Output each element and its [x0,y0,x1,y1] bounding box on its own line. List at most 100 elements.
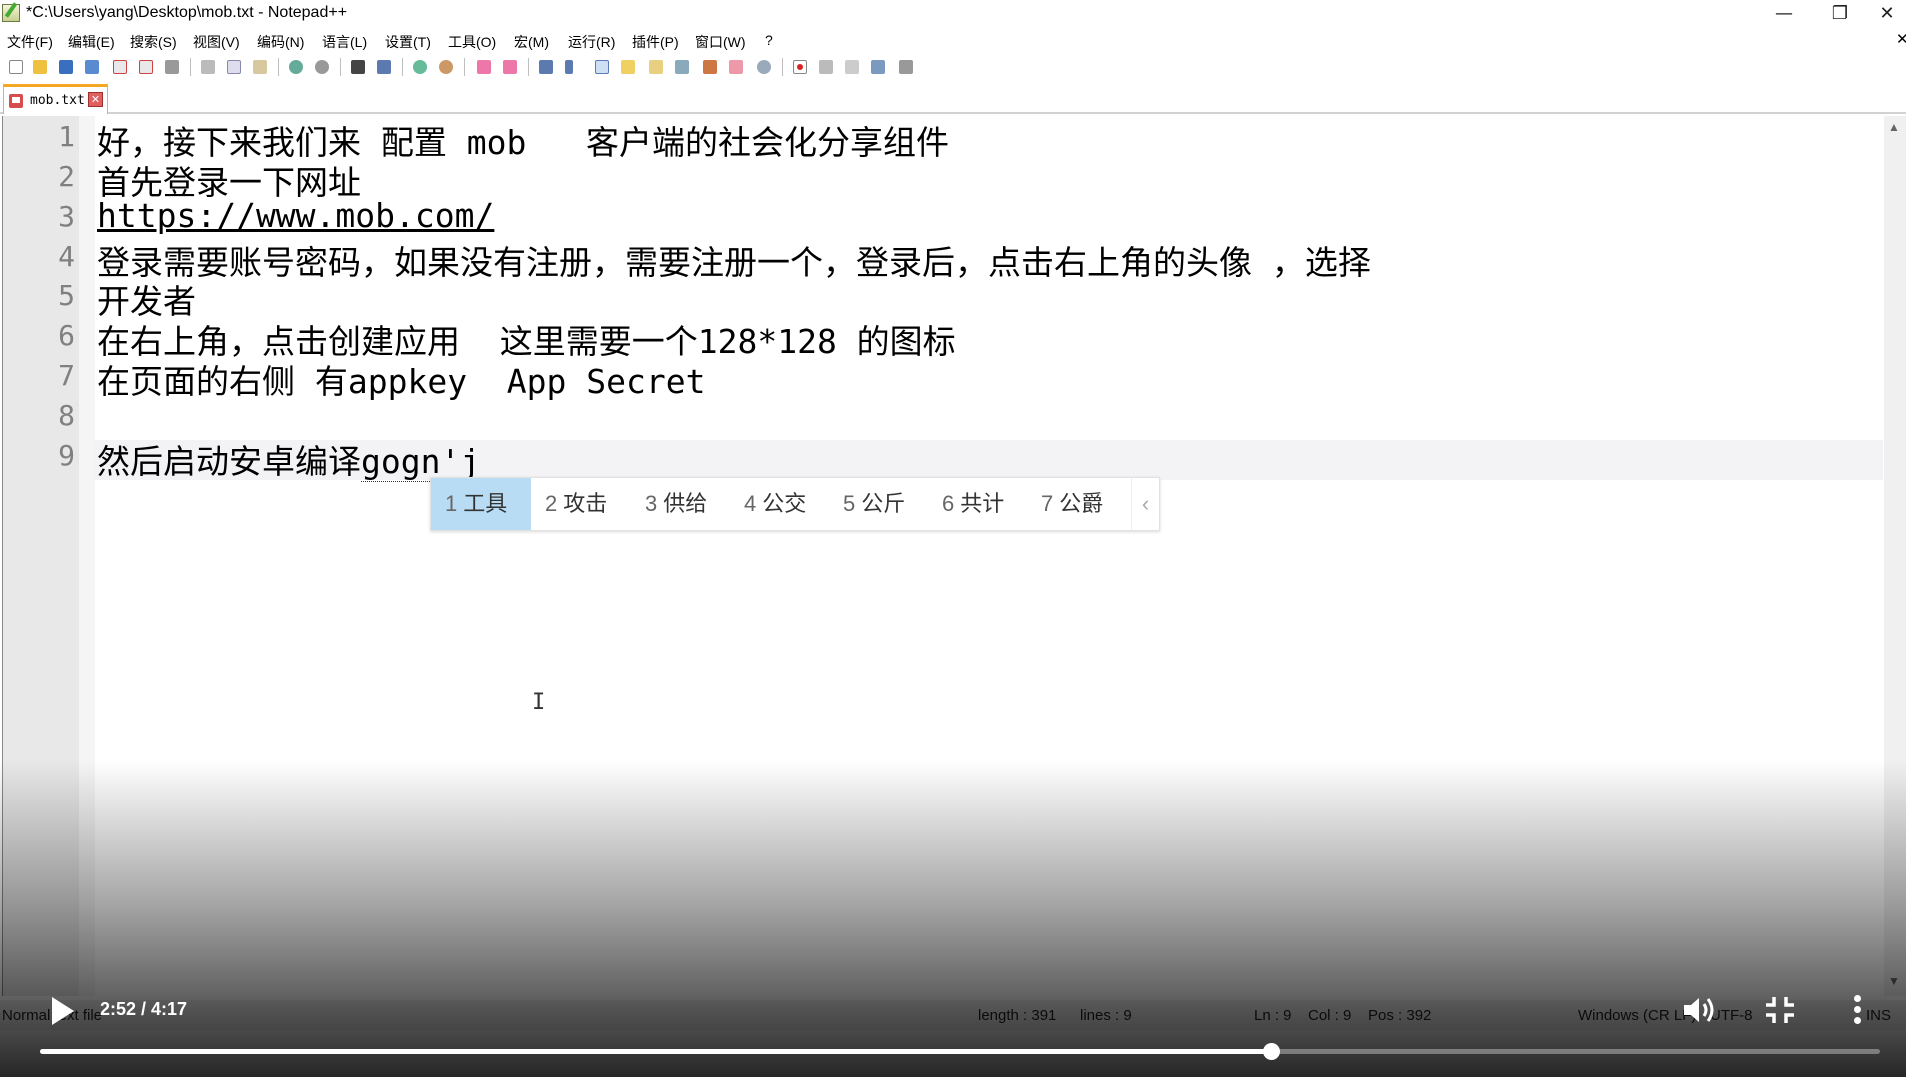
menu-encoding[interactable]: 编码(N) [257,32,304,52]
macro-stop-icon[interactable] [816,57,836,77]
ime-candidate[interactable]: 4 公交 [730,478,806,530]
redo-icon[interactable] [312,57,332,77]
tab-label: mob.txt [30,93,85,108]
toolbar-separator [190,58,191,76]
ime-candidate[interactable]: 3 供给 [631,478,707,530]
undo-icon[interactable] [286,57,306,77]
menu-plugins[interactable]: 插件(P) [632,32,679,52]
close-window-button[interactable]: ✕ [1868,0,1906,28]
more-options-icon[interactable] [1846,993,1870,1027]
play-icon[interactable] [46,995,76,1027]
cut-icon[interactable] [198,57,218,77]
video-progress-bar[interactable] [40,1043,1880,1060]
word-wrap-icon[interactable] [536,57,556,77]
save-all-icon[interactable] [82,57,102,77]
zoom-in-icon[interactable] [410,57,430,77]
line-number: 8 [58,399,75,432]
menu-run[interactable]: 运行(R) [568,32,615,52]
text-editor[interactable]: 1 2 3 4 5 6 7 8 9 好，接下来我们来 配置 mob 客户端的社会… [2,116,1883,996]
video-progress-fill [40,1049,1271,1054]
notepad-window: *C:\Users\yang\Desktop\mob.txt - Notepad… [0,0,1906,1077]
toolbar [0,54,1906,80]
close-all-icon[interactable] [136,57,156,77]
macro-record-icon[interactable] [790,57,810,77]
ime-candidate[interactable]: 2 攻击 [531,478,607,530]
video-progress-thumb[interactable] [1262,1043,1280,1060]
exit-fullscreen-icon[interactable] [1762,993,1798,1027]
user-lang-icon[interactable] [618,57,638,77]
menu-window[interactable]: 窗口(W) [695,32,746,52]
show-all-chars-icon[interactable] [562,57,582,77]
toolbar-separator [782,58,783,76]
new-file-icon[interactable] [6,57,26,77]
ime-candidate[interactable]: 1 工具 [431,478,531,530]
unsaved-file-icon [9,94,23,108]
menu-settings[interactable]: 设置(T) [385,32,431,52]
vertical-scrollbar[interactable]: ▲ ▼ [1884,116,1906,996]
ime-composition-text: gogn'j [361,442,481,482]
find-icon[interactable] [348,57,368,77]
line-number: 7 [58,359,75,392]
line-number: 5 [58,279,75,312]
restore-button[interactable]: ❐ [1812,0,1868,28]
indent-guide-icon[interactable] [592,57,612,77]
url-link[interactable]: https://www.mob.com/ [97,196,494,235]
menu-language[interactable]: 语言(L) [322,32,367,52]
line-number: 3 [58,200,75,233]
monitoring-icon[interactable] [726,57,746,77]
ime-prev-page-icon[interactable]: ‹ [1131,478,1159,530]
text-line-current: 然后启动安卓编译gogn'j [97,435,481,483]
line-number: 9 [58,439,75,472]
menu-macro[interactable]: 宏(M) [514,32,549,52]
toolbar-separator [528,58,529,76]
ime-candidate[interactable]: 6 共计 [928,478,1004,530]
ime-candidate[interactable]: 5 公斤 [829,478,905,530]
menu-search[interactable]: 搜索(S) [130,32,177,52]
text-line: 在页面的右侧 有appkey App Secret [97,362,706,401]
menu-tools[interactable]: 工具(O) [448,32,496,52]
mouse-ibeam-cursor: I [532,690,546,715]
macro-run-multiple-icon[interactable] [868,57,888,77]
sync-vertical-icon[interactable] [474,57,494,77]
line-number: 2 [58,160,75,193]
video-time: 2:52 / 4:17 [100,999,188,1019]
toolbar-separator [464,58,465,76]
replace-icon[interactable] [374,57,394,77]
toolbar-separator [278,58,279,76]
window-title: *C:\Users\yang\Desktop\mob.txt - Notepad… [26,4,348,21]
minimize-button[interactable]: — [1756,0,1812,28]
close-document-icon[interactable]: ✕ [1896,30,1906,48]
ime-candidate-popup: 1 工具 2 攻击 3 供给 4 公交 5 公斤 6 共计 7 公爵 ‹ [430,477,1160,531]
close-icon[interactable] [110,57,130,77]
menu-file[interactable]: 文件(F) [7,32,53,52]
notepad-app-icon [2,4,20,22]
volume-icon[interactable] [1680,993,1720,1027]
menu-view[interactable]: 视图(V) [193,32,240,52]
eye-icon[interactable] [754,57,774,77]
menu-bar: 文件(F) 编辑(E) 搜索(S) 视图(V) 编码(N) 语言(L) 设置(T… [0,30,1906,52]
macro-save-icon[interactable] [896,57,916,77]
text-line-content: 然后启动安卓编译 [97,442,361,481]
tab-mob-txt[interactable]: mob.txt ✕ [3,84,108,114]
tab-close-icon[interactable]: ✕ [88,92,103,107]
text-line: 登录需要账号密码，如果没有注册，需要注册一个，登录后，点击右上角的头像 ，选择 [97,243,1371,282]
title-bar: *C:\Users\yang\Desktop\mob.txt - Notepad… [0,0,1906,28]
paste-icon[interactable] [250,57,270,77]
zoom-out-icon[interactable] [436,57,456,77]
scroll-up-icon[interactable]: ▲ [1888,120,1900,134]
line-number: 1 [58,120,75,153]
function-list-icon[interactable] [672,57,692,77]
line-number: 6 [58,319,75,352]
copy-icon[interactable] [224,57,244,77]
menu-edit[interactable]: 编辑(E) [68,32,115,52]
save-icon[interactable] [56,57,76,77]
open-file-icon[interactable] [30,57,50,77]
print-icon[interactable] [162,57,182,77]
folder-workspace-icon[interactable] [700,57,720,77]
toolbar-separator [340,58,341,76]
menu-help[interactable]: ? [765,32,773,48]
doc-map-icon[interactable] [646,57,666,77]
macro-play-icon[interactable] [842,57,862,77]
ime-candidate[interactable]: 7 公爵 [1027,478,1103,530]
sync-horizontal-icon[interactable] [500,57,520,77]
